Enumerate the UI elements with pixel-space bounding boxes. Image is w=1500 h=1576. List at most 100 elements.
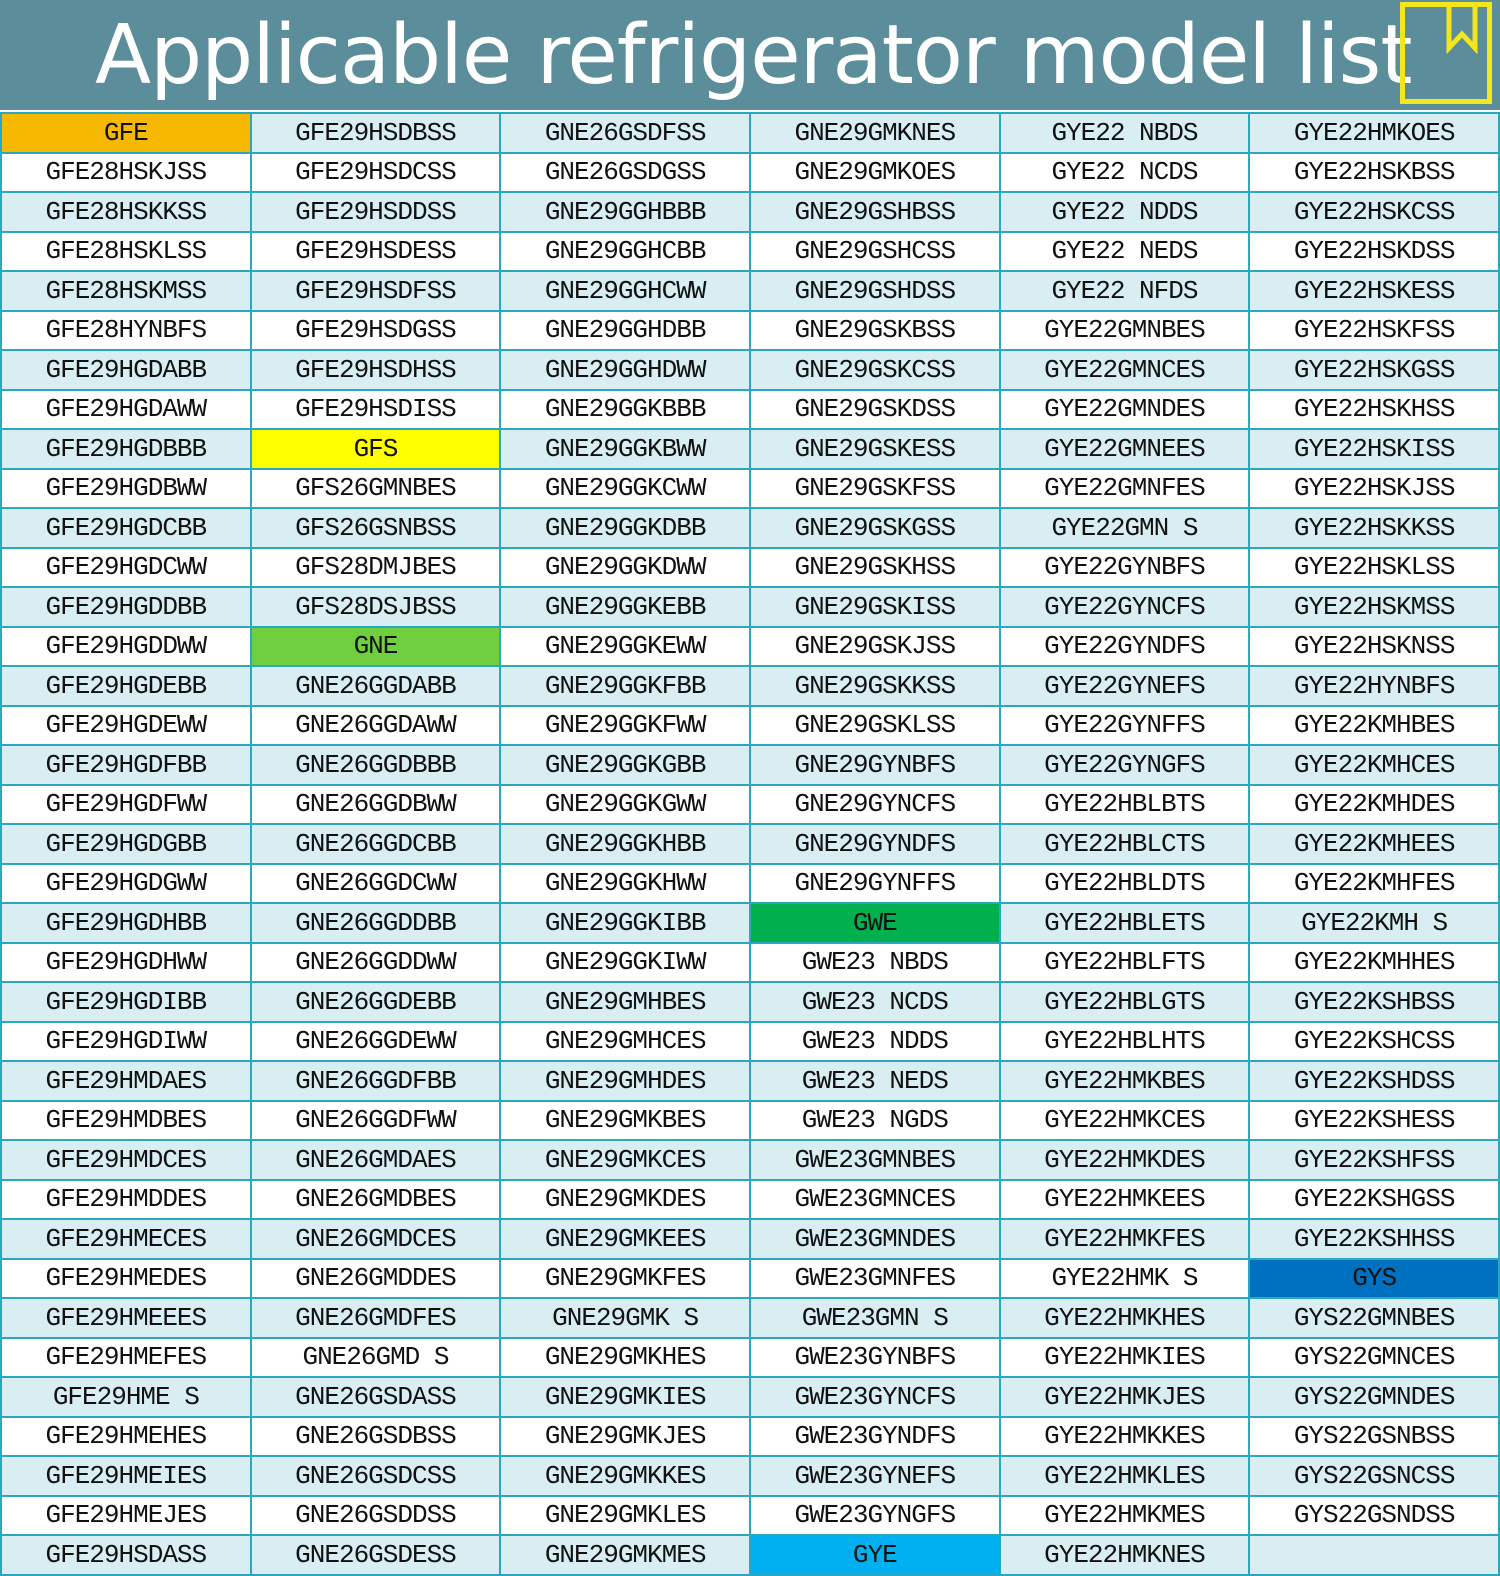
table-row: GFE29HGDGBB GNE26GGDCBB GNE29GGKHBB GNE29GY… [0,823,1500,865]
model-cell: GYE22KSHBSS [1248,981,1500,1023]
model-cell: GNE29GGKHBB [499,823,751,865]
model-cell: GYE22HSKGSS [1248,349,1500,391]
model-cell: GNE29GMKEES [499,1218,751,1260]
model-cell: GNE26GGDCWW [249,862,502,904]
model-cell: GFE28HYNBFS [0,309,252,351]
model-cell: GYE22HBLETS [998,902,1251,944]
model-table: GFE GFE29HSDBSS GNE26GSDFSS GNE29GMKNES GYE2… [0,112,1500,1576]
model-cell: GNE26GSDCSS [249,1455,502,1497]
model-cell: GFE29HGDCBB [0,507,252,549]
series-header-gwe: GWE [748,902,1001,944]
model-cell: GFS28DSJBSS [249,586,502,628]
model-cell: GFE29HGDDWW [0,625,252,667]
table-row: GFE29HGDCBB GFS26GSNBSS GNE29GGKDBB GNE29GS… [0,507,1500,549]
model-cell: GNE26GSDASS [249,1376,502,1418]
model-cell: GYE22HMKCES [998,1099,1251,1141]
model-cell: GWE23 NDDS [748,1020,1001,1062]
model-cell: GNE29GMKFES [499,1257,751,1299]
model-cell: GNE29GGKEWW [499,625,751,667]
model-cell: GNE29GGKBBB [499,388,751,430]
model-cell: GYE22HMK S [998,1257,1251,1299]
model-cell: GFE29HMEJES [0,1494,252,1536]
model-cell: GYS22GSNDSS [1248,1494,1500,1536]
model-cell: GFE29HSDGSS [249,309,502,351]
model-cell: GWE23GYNDFS [748,1415,1001,1457]
model-cell: GFE29HGDIWW [0,1020,252,1062]
model-cell: GFE29HSDDSS [249,191,502,233]
model-cell: GNE26GSDGSS [499,151,751,193]
model-cell: GYE22KMHCES [1248,744,1500,786]
model-cell: GYE22HBLDTS [998,862,1251,904]
model-cell: GFE29HGDDBB [0,586,252,628]
model-cell: GFE29HGDFBB [0,744,252,786]
model-cell: GNE26GGDAWW [249,704,502,746]
model-cell: GFE29HSDISS [249,388,502,430]
model-cell: GFE29HMDAES [0,1060,252,1102]
model-cell: GYE22HMKHES [998,1297,1251,1339]
table-row: GFE29HGDFBB GNE26GGDBBB GNE29GGKGBB GNE29GY… [0,744,1500,786]
model-cell: GYE22KMHFES [1248,862,1500,904]
model-cell: GNE29GGHBBB [499,191,751,233]
table-row: GFE28HSKKSS GFE29HSDDSS GNE29GGHBBB GNE29GS… [0,191,1500,233]
model-cell: GNE26GGDEWW [249,1020,502,1062]
model-cell: GFE29HGDIBB [0,981,252,1023]
model-cell: GYE22HSKNSS [1248,625,1500,667]
table-row: GFE29HMEHES GNE26GSDBSS GNE29GMKJES GWE23GY… [0,1415,1500,1457]
model-cell: GNE26GGDBBB [249,744,502,786]
model-cell: GYE22GYNCFS [998,586,1251,628]
model-cell: GNE29GSHCSS [748,230,1001,272]
model-cell: GFE29HSDCSS [249,151,502,193]
model-cell: GNE26GGDBWW [249,783,502,825]
model-cell: GNE29GGKIWW [499,941,751,983]
series-header-gye: GYE [748,1534,1001,1576]
model-cell: GYE22HYNBFS [1248,665,1500,707]
model-cell: GYS22GMNBES [1248,1297,1500,1339]
model-cell: GYE22HSKISS [1248,428,1500,470]
model-cell: GWE23GYNEFS [748,1455,1001,1497]
model-cell: GNE29GGKHWW [499,862,751,904]
table-row: GFE29HGDAWW GFE29HSDISS GNE29GGKBBB GNE29GS… [0,388,1500,430]
model-cell: GNE29GMKJES [499,1415,751,1457]
model-cell: GFE29HSDESS [249,230,502,272]
model-cell: GNE29GGKIBB [499,902,751,944]
model-cell: GFE28HSKMSS [0,270,252,312]
model-cell: GYE22HSKBSS [1248,151,1500,193]
model-cell: GYE22GMNDES [998,388,1251,430]
model-cell: GFE29HGDAWW [0,388,252,430]
model-cell: GNE29GSHDSS [748,270,1001,312]
table-row: GFE29HGDIBB GNE26GGDEBB GNE29GMHBES GWE23 N… [0,981,1500,1023]
model-cell: GWE23 NGDS [748,1099,1001,1141]
table-row: GFE28HYNBFS GFE29HSDGSS GNE29GGHDBB GNE29GS… [0,309,1500,351]
model-cell: GNE29GGKCWW [499,467,751,509]
page-title: Applicable refrigerator model list [95,8,1413,103]
model-cell: GYE22KSHHSS [1248,1218,1500,1260]
model-cell: GNE26GMDFES [249,1297,502,1339]
model-cell: GNE29GSKGSS [748,507,1001,549]
model-cell: GFE29HMDCES [0,1139,252,1181]
model-cell: GYE22 NEDS [998,230,1251,272]
model-cell: GNE26GGDFBB [249,1060,502,1102]
model-cell: GWE23 NBDS [748,941,1001,983]
model-cell: GYE22GMNBES [998,309,1251,351]
model-cell: GNE26GGDDBB [249,902,502,944]
model-cell: GFE29HGDFWW [0,783,252,825]
table-row: GFE29HMEEES GNE26GMDFES GNE29GMK S GWE23GMN… [0,1297,1500,1339]
model-cell: GYE22 NBDS [998,112,1251,154]
model-cell: GNE29GMKKES [499,1455,751,1497]
model-cell: GYS22GSNBSS [1248,1415,1500,1457]
model-cell: GYS22GMNCES [1248,1336,1500,1378]
model-cell: GNE26GSDBSS [249,1415,502,1457]
model-cell: GWE23GYNGFS [748,1494,1001,1536]
model-cell: GNE29GMHBES [499,981,751,1023]
model-cell: GNE29GSHBSS [748,191,1001,233]
model-cell: GYE22 NFDS [998,270,1251,312]
table-row: GFE29HGDBWW GFS26GMNBES GNE29GGKCWW GNE29GS… [0,467,1500,509]
model-cell: GYE22KSHFSS [1248,1139,1500,1181]
model-cell: GNE29GMKIES [499,1376,751,1418]
table-row: GFE28HSKLSS GFE29HSDESS GNE29GGHCBB GNE29GS… [0,230,1500,272]
model-cell: GYE22 NDDS [998,191,1251,233]
table-row: GFE GFE29HSDBSS GNE26GSDFSS GNE29GMKNES GYE2… [0,112,1500,154]
model-cell: GFE29HGDCWW [0,546,252,588]
model-cell: GNE26GMDDES [249,1257,502,1299]
model-cell: GFS28DMJBES [249,546,502,588]
